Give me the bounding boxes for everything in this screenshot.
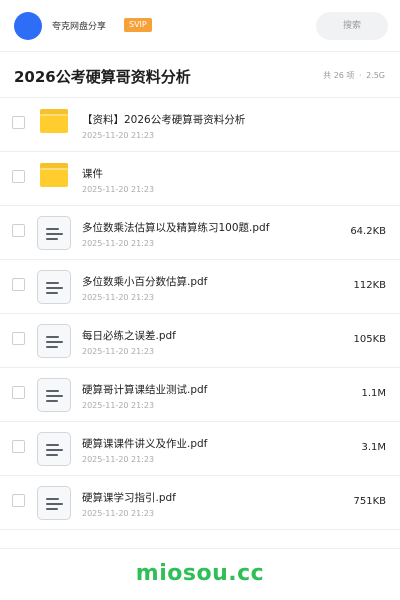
list-item[interactable]: 课件 2025-11-20 21:23	[0, 152, 400, 206]
list-item[interactable]: 硬算哥计算课结业测试.pdf 2025-11-20 21:23 1.1M	[0, 368, 400, 422]
item-date: 2025-11-20 21:23	[82, 239, 155, 248]
item-name: 课件	[82, 168, 103, 180]
title-bar: 2026公考硬算哥资料分析 共 26 项 · 2.5G	[0, 52, 400, 98]
item-size: 3.1M	[361, 442, 386, 453]
folder-icon	[40, 109, 68, 133]
item-size: 64.2KB	[350, 226, 386, 237]
item-date: 2025-11-20 21:23	[82, 347, 155, 356]
list-item[interactable]: 硬算课课件讲义及作业.pdf 2025-11-20 21:23 3.1M	[0, 422, 400, 476]
item-name: 硬算课课件讲义及作业.pdf	[82, 438, 208, 450]
select-checkbox[interactable]	[12, 332, 25, 345]
avatar[interactable]	[14, 12, 42, 40]
summary-separator: ·	[358, 71, 362, 80]
document-icon	[37, 324, 71, 358]
item-date: 2025-11-20 21:23	[82, 509, 155, 518]
select-checkbox[interactable]	[12, 116, 25, 129]
folder-icon	[40, 163, 68, 187]
search-button[interactable]: 搜索	[316, 12, 388, 40]
item-date: 2025-11-20 21:23	[82, 401, 155, 410]
document-icon	[37, 270, 71, 304]
folder-summary: 共 26 项 · 2.5G	[322, 70, 386, 81]
select-checkbox[interactable]	[12, 224, 25, 237]
item-name: 硬算哥计算课结业测试.pdf	[82, 384, 208, 396]
footer: miosou.cc	[0, 548, 400, 600]
item-size: 1.1M	[361, 388, 386, 399]
item-size: 112KB	[353, 280, 386, 291]
item-date: 2025-11-20 21:23	[82, 293, 155, 302]
document-icon	[37, 486, 71, 520]
select-checkbox[interactable]	[12, 170, 25, 183]
item-count: 共 26 项	[323, 71, 355, 80]
item-date: 2025-11-20 21:23	[82, 455, 155, 464]
document-icon	[37, 216, 71, 250]
item-size: 751KB	[353, 496, 386, 507]
top-bar: 夸克网盘分享 SVIP 搜索	[0, 0, 400, 52]
list-item[interactable]: 【资料】2026公考硬算哥资料分析 2025-11-20 21:23	[0, 98, 400, 152]
item-name: 【资料】2026公考硬算哥资料分析	[82, 114, 246, 126]
item-date: 2025-11-20 21:23	[82, 185, 155, 194]
page-title: 2026公考硬算哥资料分析	[14, 68, 191, 86]
item-name: 多位数乘小百分数估算.pdf	[82, 276, 208, 288]
file-list: 【资料】2026公考硬算哥资料分析 2025-11-20 21:23 课件 20…	[0, 98, 400, 530]
document-icon	[37, 432, 71, 466]
select-checkbox[interactable]	[12, 386, 25, 399]
list-item[interactable]: 多位数乘法估算以及精算练习100题.pdf 2025-11-20 21:23 6…	[0, 206, 400, 260]
item-name: 每日必练之误差.pdf	[82, 330, 176, 342]
item-size: 105KB	[353, 334, 386, 345]
select-checkbox[interactable]	[12, 278, 25, 291]
list-item[interactable]: 硬算课学习指引.pdf 2025-11-20 21:23 751KB	[0, 476, 400, 530]
item-name: 硬算课学习指引.pdf	[82, 492, 176, 504]
item-name: 多位数乘法估算以及精算练习100题.pdf	[82, 222, 270, 234]
select-checkbox[interactable]	[12, 494, 25, 507]
list-item[interactable]: 多位数乘小百分数估算.pdf 2025-11-20 21:23 112KB	[0, 260, 400, 314]
list-item[interactable]: 每日必练之误差.pdf 2025-11-20 21:23 105KB	[0, 314, 400, 368]
item-date: 2025-11-20 21:23	[82, 131, 155, 140]
total-size: 2.5G	[366, 71, 385, 80]
document-icon	[37, 378, 71, 412]
svip-badge: SVIP	[124, 18, 152, 32]
select-checkbox[interactable]	[12, 440, 25, 453]
site-watermark: miosou.cc	[135, 561, 265, 586]
share-owner-name: 夸克网盘分享	[52, 22, 107, 32]
